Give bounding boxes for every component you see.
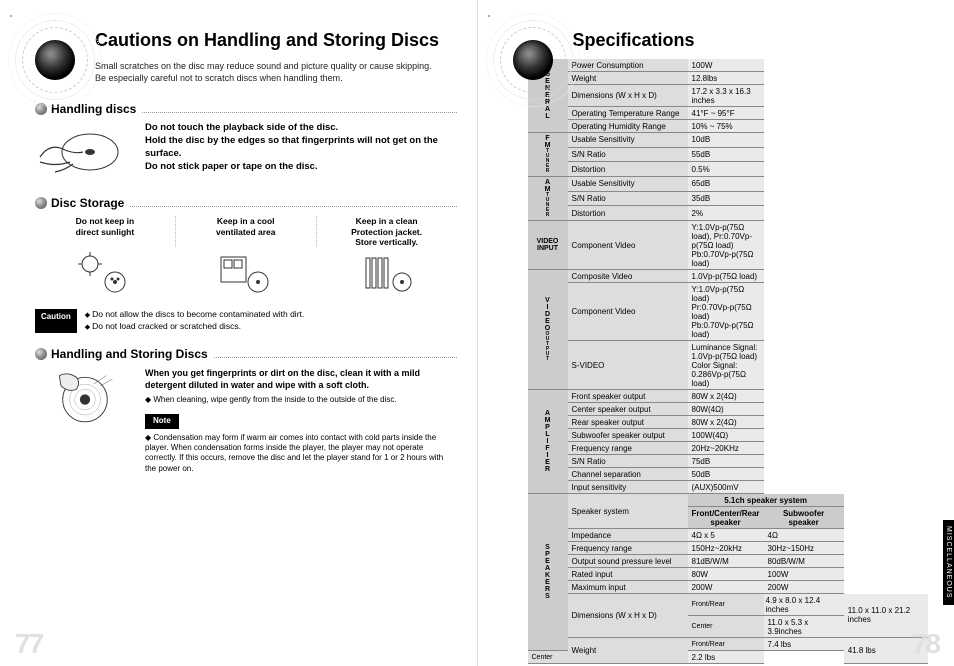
handling-text-block: Do not touch the playback side of the di… — [145, 122, 457, 182]
bullet-icon — [35, 348, 47, 360]
bullet-icon — [35, 197, 47, 209]
right-title: Specifications — [573, 30, 935, 51]
wiping-disc-illustration — [35, 367, 135, 427]
storage-heading: Disc Storage — [51, 196, 124, 210]
caution-label: Caution — [35, 309, 77, 333]
caution-list: Do not allow the discs to become contami… — [85, 309, 304, 333]
clean-bullet: ◆ When cleaning, wipe gently from the in… — [145, 395, 457, 406]
note-text: ◆ Condensation may form if warm air come… — [145, 433, 445, 475]
right-page: Specifications GENERALPower Consumption1… — [478, 0, 954, 666]
clean-bold-text: When you get fingerprints or dirt on the… — [145, 367, 457, 391]
page-number-right: 78 — [912, 628, 939, 660]
handling-section: Handling discs Do not touch the playback… — [35, 102, 457, 182]
note-label: Note — [145, 414, 179, 429]
clean-section: Handling and Storing Discs When you get … — [35, 347, 457, 474]
decorative-spiral-left — [10, 15, 80, 85]
side-tab-miscellaneous: MISCELLANEOUS — [943, 520, 954, 605]
storage-section: Disc Storage Do not keep indirect sunlig… — [35, 196, 457, 332]
caution-row: Caution Do not allow the discs to become… — [35, 309, 457, 333]
left-page: Cautions on Handling and Storing Discs S… — [0, 0, 478, 666]
hand-holding-disc-illustration — [35, 122, 135, 182]
left-intro: Small scratches on the disc may reduce s… — [95, 61, 455, 84]
decorative-spiral-right — [488, 15, 558, 85]
page-number-left: 77 — [15, 628, 42, 660]
left-title: Cautions on Handling and Storing Discs — [95, 30, 457, 51]
storage-illustrations — [35, 251, 457, 299]
clean-heading: Handling and Storing Discs — [51, 347, 208, 361]
spec-table: GENERALPower Consumption100WWeight12.8lb… — [528, 59, 928, 664]
